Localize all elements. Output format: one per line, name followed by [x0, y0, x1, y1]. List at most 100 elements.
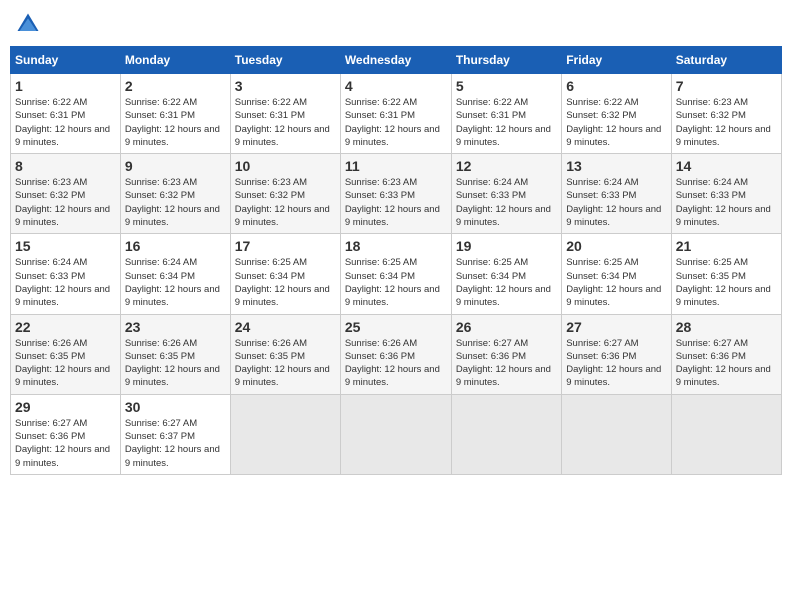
- calendar-cell: 23 Sunrise: 6:26 AMSunset: 6:35 PMDayligh…: [120, 314, 230, 394]
- calendar-cell: 8Sunrise: 6:23 AMSunset: 6:32 PMDaylight…: [11, 154, 121, 234]
- day-info: Sunrise: 6:24 AMSunset: 6:33 PMDaylight:…: [566, 176, 666, 229]
- calendar-cell: 13 Sunrise: 6:24 AMSunset: 6:33 PMDayligh…: [562, 154, 671, 234]
- week-row-3: 15 Sunrise: 6:24 AMSunset: 6:33 PMDayligh…: [11, 234, 782, 314]
- calendar-cell: [451, 394, 561, 474]
- day-info: Sunrise: 6:22 AMSunset: 6:31 PMDaylight:…: [15, 96, 116, 149]
- header-sunday: Sunday: [11, 47, 121, 74]
- day-number: 7: [676, 78, 777, 94]
- day-number: 4: [345, 78, 447, 94]
- header-friday: Friday: [562, 47, 671, 74]
- day-number: 18: [345, 238, 447, 254]
- day-number: 1: [15, 78, 116, 94]
- calendar-cell: 5Sunrise: 6:22 AMSunset: 6:31 PMDaylight…: [451, 74, 561, 154]
- day-info: Sunrise: 6:25 AMSunset: 6:35 PMDaylight:…: [676, 256, 777, 309]
- day-info: Sunrise: 6:23 AMSunset: 6:32 PMDaylight:…: [15, 176, 116, 229]
- logo: [14, 10, 46, 38]
- week-row-5: 29 Sunrise: 6:27 AMSunset: 6:36 PMDayligh…: [11, 394, 782, 474]
- day-number: 24: [235, 319, 336, 335]
- day-number: 12: [456, 158, 557, 174]
- calendar-cell: 7 Sunrise: 6:23 AMSunset: 6:32 PMDaylight…: [671, 74, 781, 154]
- day-info: Sunrise: 6:23 AMSunset: 6:33 PMDaylight:…: [345, 176, 447, 229]
- day-number: 27: [566, 319, 666, 335]
- day-info: Sunrise: 6:24 AMSunset: 6:33 PMDaylight:…: [15, 256, 116, 309]
- day-number: 9: [125, 158, 226, 174]
- header-monday: Monday: [120, 47, 230, 74]
- calendar-header-row: SundayMondayTuesdayWednesdayThursdayFrid…: [11, 47, 782, 74]
- day-info: Sunrise: 6:22 AMSunset: 6:31 PMDaylight:…: [235, 96, 336, 149]
- day-number: 17: [235, 238, 336, 254]
- calendar-cell: 3 Sunrise: 6:22 AMSunset: 6:31 PMDaylight…: [230, 74, 340, 154]
- calendar-cell: 30 Sunrise: 6:27 AMSunset: 6:37 PMDayligh…: [120, 394, 230, 474]
- week-row-2: 8Sunrise: 6:23 AMSunset: 6:32 PMDaylight…: [11, 154, 782, 234]
- calendar-cell: 6Sunrise: 6:22 AMSunset: 6:32 PMDaylight…: [562, 74, 671, 154]
- day-number: 5: [456, 78, 557, 94]
- day-info: Sunrise: 6:27 AMSunset: 6:36 PMDaylight:…: [15, 417, 116, 470]
- day-info: Sunrise: 6:27 AMSunset: 6:36 PMDaylight:…: [566, 337, 666, 390]
- header-wednesday: Wednesday: [340, 47, 451, 74]
- calendar-cell: 24 Sunrise: 6:26 AMSunset: 6:35 PMDayligh…: [230, 314, 340, 394]
- day-info: Sunrise: 6:25 AMSunset: 6:34 PMDaylight:…: [456, 256, 557, 309]
- calendar-cell: [340, 394, 451, 474]
- calendar-cell: 14 Sunrise: 6:24 AMSunset: 6:33 PMDayligh…: [671, 154, 781, 234]
- calendar-cell: 17 Sunrise: 6:25 AMSunset: 6:34 PMDayligh…: [230, 234, 340, 314]
- calendar-table: SundayMondayTuesdayWednesdayThursdayFrid…: [10, 46, 782, 475]
- day-info: Sunrise: 6:26 AMSunset: 6:36 PMDaylight:…: [345, 337, 447, 390]
- day-info: Sunrise: 6:25 AMSunset: 6:34 PMDaylight:…: [566, 256, 666, 309]
- day-number: 20: [566, 238, 666, 254]
- day-info: Sunrise: 6:27 AMSunset: 6:36 PMDaylight:…: [456, 337, 557, 390]
- day-info: Sunrise: 6:26 AMSunset: 6:35 PMDaylight:…: [125, 337, 226, 390]
- calendar-cell: 12 Sunrise: 6:24 AMSunset: 6:33 PMDayligh…: [451, 154, 561, 234]
- day-info: Sunrise: 6:23 AMSunset: 6:32 PMDaylight:…: [676, 96, 777, 149]
- calendar-cell: 27 Sunrise: 6:27 AMSunset: 6:36 PMDayligh…: [562, 314, 671, 394]
- day-info: Sunrise: 6:23 AMSunset: 6:32 PMDaylight:…: [235, 176, 336, 229]
- day-number: 23: [125, 319, 226, 335]
- day-number: 29: [15, 399, 116, 415]
- logo-icon: [14, 10, 42, 38]
- day-info: Sunrise: 6:26 AMSunset: 6:35 PMDaylight:…: [15, 337, 116, 390]
- header-thursday: Thursday: [451, 47, 561, 74]
- day-info: Sunrise: 6:22 AMSunset: 6:32 PMDaylight:…: [566, 96, 666, 149]
- calendar-cell: 1 Sunrise: 6:22 AMSunset: 6:31 PMDaylight…: [11, 74, 121, 154]
- calendar-cell: 29 Sunrise: 6:27 AMSunset: 6:36 PMDayligh…: [11, 394, 121, 474]
- day-number: 3: [235, 78, 336, 94]
- day-number: 13: [566, 158, 666, 174]
- calendar-cell: 4 Sunrise: 6:22 AMSunset: 6:31 PMDaylight…: [340, 74, 451, 154]
- header-tuesday: Tuesday: [230, 47, 340, 74]
- day-number: 19: [456, 238, 557, 254]
- day-number: 15: [15, 238, 116, 254]
- week-row-1: 1 Sunrise: 6:22 AMSunset: 6:31 PMDaylight…: [11, 74, 782, 154]
- day-info: Sunrise: 6:27 AMSunset: 6:36 PMDaylight:…: [676, 337, 777, 390]
- header: [10, 10, 782, 38]
- day-info: Sunrise: 6:24 AMSunset: 6:33 PMDaylight:…: [456, 176, 557, 229]
- day-info: Sunrise: 6:25 AMSunset: 6:34 PMDaylight:…: [235, 256, 336, 309]
- calendar-cell: 10 Sunrise: 6:23 AMSunset: 6:32 PMDayligh…: [230, 154, 340, 234]
- calendar-cell: [562, 394, 671, 474]
- day-number: 30: [125, 399, 226, 415]
- calendar-cell: 28 Sunrise: 6:27 AMSunset: 6:36 PMDayligh…: [671, 314, 781, 394]
- calendar-cell: 22 Sunrise: 6:26 AMSunset: 6:35 PMDayligh…: [11, 314, 121, 394]
- calendar-cell: 25Sunrise: 6:26 AMSunset: 6:36 PMDayligh…: [340, 314, 451, 394]
- week-row-4: 22 Sunrise: 6:26 AMSunset: 6:35 PMDayligh…: [11, 314, 782, 394]
- calendar-cell: 2Sunrise: 6:22 AMSunset: 6:31 PMDaylight…: [120, 74, 230, 154]
- day-number: 16: [125, 238, 226, 254]
- day-info: Sunrise: 6:23 AMSunset: 6:32 PMDaylight:…: [125, 176, 226, 229]
- calendar-cell: 15 Sunrise: 6:24 AMSunset: 6:33 PMDayligh…: [11, 234, 121, 314]
- day-number: 22: [15, 319, 116, 335]
- day-info: Sunrise: 6:26 AMSunset: 6:35 PMDaylight:…: [235, 337, 336, 390]
- day-number: 14: [676, 158, 777, 174]
- day-number: 21: [676, 238, 777, 254]
- day-number: 28: [676, 319, 777, 335]
- day-number: 10: [235, 158, 336, 174]
- calendar-cell: [671, 394, 781, 474]
- day-info: Sunrise: 6:24 AMSunset: 6:33 PMDaylight:…: [676, 176, 777, 229]
- day-number: 26: [456, 319, 557, 335]
- day-info: Sunrise: 6:27 AMSunset: 6:37 PMDaylight:…: [125, 417, 226, 470]
- calendar-cell: 26 Sunrise: 6:27 AMSunset: 6:36 PMDayligh…: [451, 314, 561, 394]
- day-info: Sunrise: 6:24 AMSunset: 6:34 PMDaylight:…: [125, 256, 226, 309]
- day-number: 2: [125, 78, 226, 94]
- calendar-cell: 16 Sunrise: 6:24 AMSunset: 6:34 PMDayligh…: [120, 234, 230, 314]
- calendar-cell: 21 Sunrise: 6:25 AMSunset: 6:35 PMDayligh…: [671, 234, 781, 314]
- day-info: Sunrise: 6:22 AMSunset: 6:31 PMDaylight:…: [345, 96, 447, 149]
- calendar-cell: [230, 394, 340, 474]
- calendar-cell: 9 Sunrise: 6:23 AMSunset: 6:32 PMDaylight…: [120, 154, 230, 234]
